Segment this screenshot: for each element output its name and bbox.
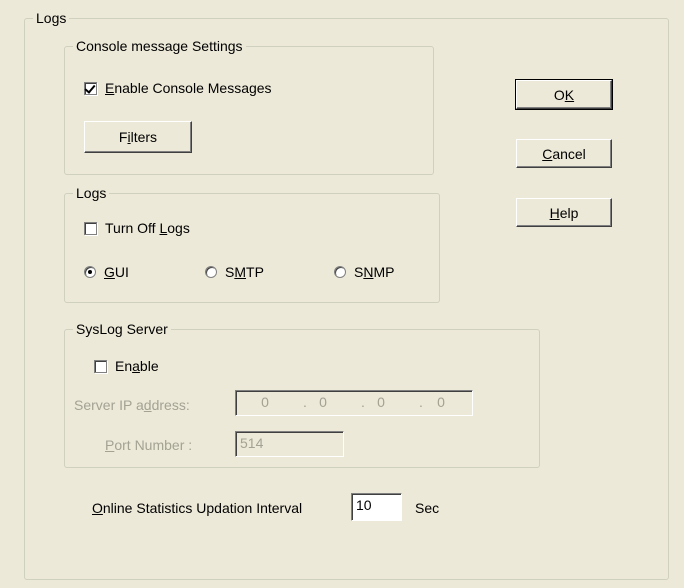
enable-console-messages-row[interactable]: Enable Console Messages	[84, 80, 272, 96]
help-button-label: Help	[549, 204, 579, 221]
radio-snmp-row[interactable]: SNMP	[334, 264, 394, 280]
console-settings-group: Console message Settings	[64, 38, 434, 175]
logs-outer-title: Logs	[33, 10, 70, 26]
ip-octet-3: 0	[377, 394, 385, 410]
radio-gui[interactable]	[84, 266, 96, 278]
radio-smtp-label: SMTP	[225, 264, 264, 280]
logs-inner-title: Logs	[73, 185, 110, 201]
ip-dot-1: .	[303, 394, 307, 410]
console-settings-title: Console message Settings	[73, 38, 246, 54]
filters-button[interactable]: Filters	[84, 121, 192, 153]
interval-unit: Sec	[415, 500, 440, 516]
ip-dot-2: .	[361, 394, 365, 410]
server-ip-label: Server IP address:	[74, 397, 190, 413]
turn-off-logs-label: Turn Off Logs	[105, 220, 190, 236]
ip-dot-3: .	[419, 394, 423, 410]
ip-octet-4: 0	[437, 394, 445, 410]
syslog-enable-checkbox[interactable]	[94, 359, 107, 373]
port-number-label: Port Number :	[105, 437, 193, 453]
logs-inner-group: Logs	[64, 185, 440, 303]
logs-dialog: Logs Console message Settings Enable Con…	[0, 0, 684, 588]
cancel-button[interactable]: Cancel	[516, 139, 612, 168]
enable-console-messages-checkbox[interactable]	[84, 81, 97, 95]
turn-off-logs-checkbox[interactable]	[84, 221, 97, 235]
help-button[interactable]: Help	[516, 198, 612, 227]
cancel-button-label: Cancel	[542, 145, 586, 162]
server-ip-field[interactable]: 0 . 0 . 0 . 0	[235, 390, 473, 416]
turn-off-logs-row[interactable]: Turn Off Logs	[84, 220, 190, 236]
syslog-enable-label: Enable	[115, 358, 159, 374]
interval-label: Online Statistics Updation Interval	[92, 500, 303, 516]
radio-snmp-label: SNMP	[354, 264, 395, 280]
filters-button-label: Filters	[118, 129, 158, 145]
ip-octet-2: 0	[319, 394, 327, 410]
ok-button-label: OK	[553, 86, 575, 103]
radio-snmp[interactable]	[334, 266, 346, 278]
radio-gui-row[interactable]: GUI	[84, 264, 129, 280]
radio-smtp-row[interactable]: SMTP	[205, 264, 264, 280]
ip-octet-1: 0	[261, 394, 269, 410]
syslog-enable-row[interactable]: Enable	[94, 358, 159, 374]
radio-smtp[interactable]	[205, 266, 217, 278]
radio-gui-label: GUI	[104, 264, 129, 280]
ok-button[interactable]: OK	[515, 79, 613, 110]
syslog-server-title: SysLog Server	[73, 321, 171, 337]
port-number-field[interactable]: 514	[235, 431, 344, 457]
enable-console-messages-label: Enable Console Messages	[105, 80, 272, 96]
interval-input[interactable]: 10	[351, 493, 402, 521]
